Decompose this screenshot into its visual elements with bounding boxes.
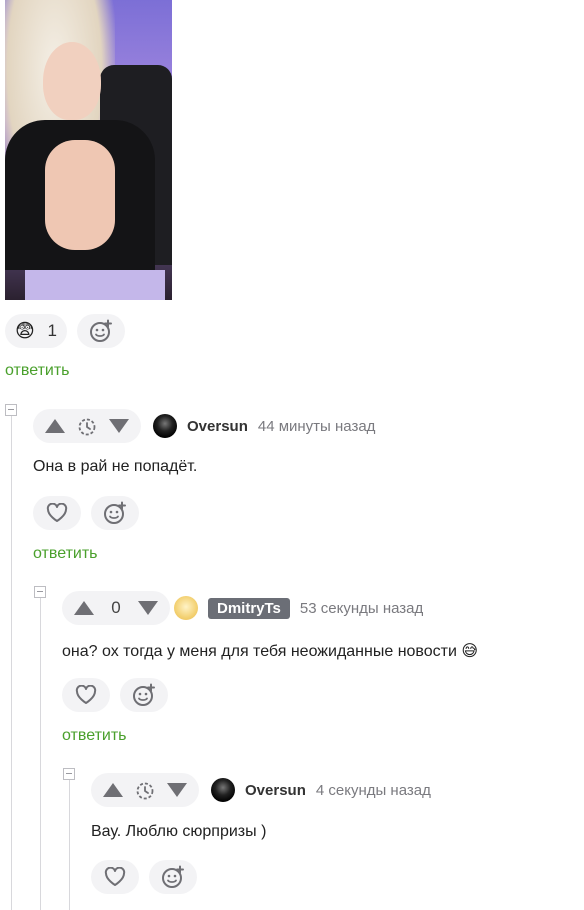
heart-icon (75, 685, 97, 704)
timer-icon (136, 782, 154, 800)
username[interactable]: Oversun (245, 782, 306, 799)
avatar[interactable] (153, 414, 177, 438)
avatar[interactable] (211, 778, 235, 802)
like-button[interactable] (91, 860, 139, 894)
arrow-up-icon[interactable] (45, 419, 65, 433)
add-reaction-icon (162, 865, 184, 888)
arrow-down-icon[interactable] (138, 601, 158, 615)
heart-icon (104, 867, 126, 886)
collapse-icon[interactable] (63, 768, 75, 780)
add-reaction-icon (104, 501, 126, 524)
thread-line[interactable] (40, 598, 41, 910)
fearful-emoji-icon: 😨 (15, 320, 35, 342)
comment-meta: Oversun 4 секунды назад (211, 778, 431, 802)
thread-line[interactable] (11, 416, 12, 910)
comment-meta: Oversun 44 минуты назад (153, 414, 375, 438)
comment-text: Она в рай не попадёт. (33, 458, 198, 475)
arrow-up-icon[interactable] (103, 783, 123, 797)
add-reaction-icon (90, 319, 112, 342)
reply-link[interactable]: ответить (62, 727, 127, 745)
comment-text: она? ох тогда у меня для тебя неожиданны… (62, 643, 479, 660)
timestamp[interactable]: 4 секунды назад (316, 782, 431, 799)
comment-meta: DmitryTs 53 секунды назад (174, 596, 423, 620)
arrow-down-icon[interactable] (167, 783, 187, 797)
timer-icon (78, 418, 96, 436)
add-reaction-button[interactable] (91, 496, 139, 530)
reply-link[interactable]: ответить (5, 362, 70, 380)
reaction-count: 1 (47, 321, 57, 340)
heart-icon (46, 503, 68, 522)
collapse-icon[interactable] (5, 404, 17, 416)
post-image[interactable] (5, 0, 172, 300)
add-reaction-icon (133, 683, 155, 706)
comment-text: Вау. Люблю сюрпризы ) (91, 823, 267, 840)
username[interactable]: DmitryTs (208, 597, 290, 619)
timestamp[interactable]: 44 минуты назад (258, 418, 376, 435)
vote-widget (91, 773, 199, 807)
reply-link[interactable]: ответить (33, 545, 98, 563)
thread-line[interactable] (69, 780, 70, 910)
vote-score: 0 (111, 598, 121, 617)
vote-widget (33, 409, 141, 443)
avatar[interactable] (174, 596, 198, 620)
collapse-icon[interactable] (34, 586, 46, 598)
arrow-down-icon[interactable] (109, 419, 129, 433)
username[interactable]: Oversun (187, 418, 248, 435)
like-button[interactable] (62, 678, 110, 712)
reaction-button[interactable]: 😨 1 (5, 314, 67, 348)
like-button[interactable] (33, 496, 81, 530)
vote-widget: 0 (62, 591, 170, 625)
add-reaction-button[interactable] (149, 860, 197, 894)
add-reaction-button[interactable] (77, 314, 125, 348)
timestamp[interactable]: 53 секунды назад (300, 600, 423, 617)
add-reaction-button[interactable] (120, 678, 168, 712)
arrow-up-icon[interactable] (74, 601, 94, 615)
